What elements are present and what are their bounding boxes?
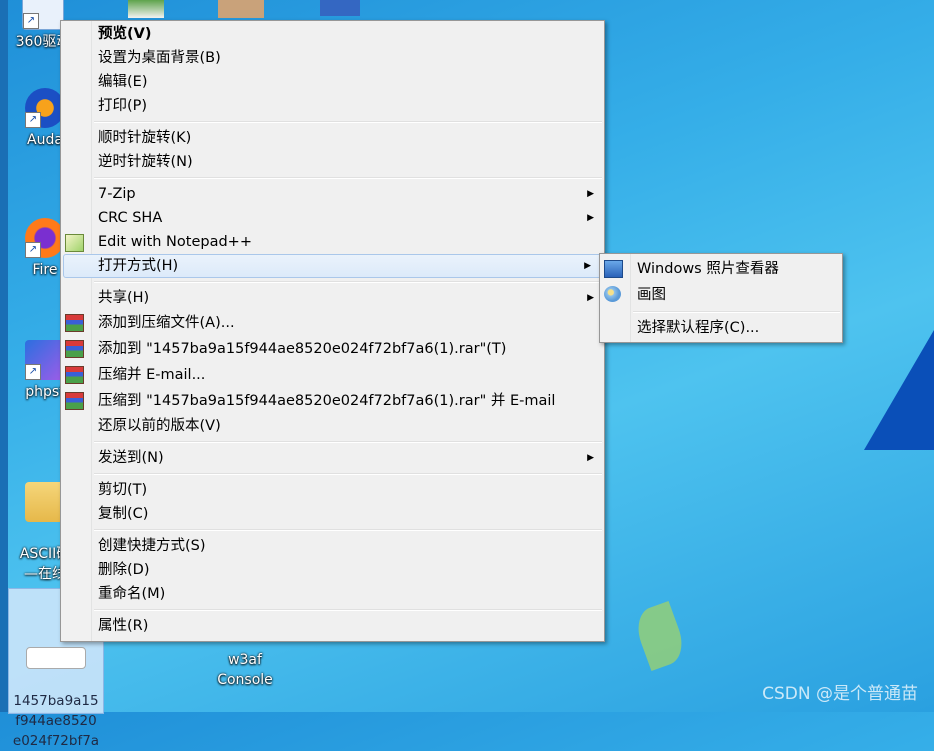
menu-item-label: Edit with Notepad++	[98, 234, 252, 250]
desktop-icon-label: w3af Console	[217, 652, 273, 688]
menu-item-label: 7-Zip	[98, 186, 136, 202]
context-menu: 预览(V) 设置为桌面背景(B) 编辑(E) 打印(P) 顺时针旋转(K) 逆时…	[60, 20, 605, 642]
menu-item-restore-previous[interactable]: 还原以前的版本(V)	[61, 414, 604, 438]
menu-item-properties[interactable]: 属性(R)	[61, 614, 604, 638]
menu-item-label: 打开方式(H)	[98, 258, 179, 274]
menu-item-print[interactable]: 打印(P)	[61, 94, 604, 118]
menu-item-label: 添加到压缩文件(A)...	[98, 315, 235, 331]
desktop-icon-label: Fire	[32, 262, 58, 278]
shortcut-arrow-icon: ↗	[25, 364, 41, 380]
watermark: CSDN @是个普通苗	[762, 684, 918, 704]
folder-icon	[25, 482, 65, 522]
menu-item-rotate-clockwise[interactable]: 顺时针旋转(K)	[61, 126, 604, 150]
menu-item-label: CRC SHA	[98, 210, 163, 226]
menu-item-notepadpp[interactable]: Edit with Notepad++	[61, 230, 604, 254]
shortcut-arrow-icon: ↗	[23, 13, 39, 29]
menu-separator	[633, 311, 840, 313]
menu-item-edit[interactable]: 编辑(E)	[61, 70, 604, 94]
winrar-icon	[65, 340, 84, 358]
menu-item-compress-to-rar-email[interactable]: 压缩到 "1457ba9a15f944ae8520e024f72bf7a6(1)…	[61, 388, 604, 414]
menu-item-compress-email[interactable]: 压缩并 E-mail...	[61, 362, 604, 388]
headphones-icon: ↗	[25, 88, 65, 128]
menu-item-add-to-rar[interactable]: 添加到 "1457ba9a15f944ae8520e024f72bf7a6(1)…	[61, 336, 604, 362]
menu-item-label: 预览(V)	[98, 26, 152, 42]
phpstorm-icon: ↗	[25, 340, 65, 380]
menu-item-label: 编辑(E)	[98, 74, 148, 90]
menu-item-label: 删除(D)	[98, 562, 150, 578]
submenu-item-choose-default[interactable]: 选择默认程序(C)...	[600, 316, 842, 340]
menu-item-label: 重命名(M)	[98, 586, 166, 602]
menu-separator	[94, 609, 602, 611]
menu-item-label: 还原以前的版本(V)	[98, 418, 221, 434]
menu-item-crc-sha[interactable]: CRC SHA ▶	[61, 206, 604, 230]
menu-item-label: 设置为桌面背景(B)	[98, 50, 221, 66]
menu-item-label: 逆时针旋转(N)	[98, 154, 193, 170]
image-file-icon	[26, 647, 86, 669]
winrar-icon	[65, 314, 84, 332]
menu-item-send-to[interactable]: 发送到(N) ▶	[61, 446, 604, 470]
submenu-item-photo-viewer[interactable]: Windows 照片查看器	[600, 256, 842, 282]
menu-separator	[94, 121, 602, 123]
menu-item-copy[interactable]: 复制(C)	[61, 502, 604, 526]
menu-item-label: 选择默认程序(C)...	[637, 320, 760, 336]
shortcut-arrow-icon: ↗	[25, 242, 41, 258]
firefox-icon: ↗	[25, 218, 65, 258]
menu-item-delete[interactable]: 删除(D)	[61, 558, 604, 582]
app-icon: ↗	[22, 0, 64, 30]
menu-item-add-to-archive[interactable]: 添加到压缩文件(A)...	[61, 310, 604, 336]
menu-item-label: 发送到(N)	[98, 450, 164, 466]
open-with-submenu: Windows 照片查看器 画图 选择默认程序(C)...	[599, 253, 843, 343]
menu-item-label: 画图	[637, 287, 666, 303]
desktop-icon-top-partial[interactable]	[128, 0, 164, 18]
submenu-arrow-icon: ▶	[587, 213, 594, 223]
wallpaper-leaf	[630, 600, 690, 672]
menu-item-create-shortcut[interactable]: 创建快捷方式(S)	[61, 534, 604, 558]
submenu-arrow-icon: ▶	[587, 189, 594, 199]
menu-item-7zip[interactable]: 7-Zip ▶	[61, 182, 604, 206]
desktop-icon-label: phpst	[25, 384, 65, 400]
menu-item-preview[interactable]: 预览(V)	[61, 22, 604, 46]
winrar-icon	[65, 366, 84, 384]
desktop-icon-top-partial[interactable]	[320, 0, 360, 16]
menu-item-label: 复制(C)	[98, 506, 149, 522]
menu-separator	[94, 473, 602, 475]
submenu-arrow-icon: ▶	[584, 261, 591, 271]
menu-item-rename[interactable]: 重命名(M)	[61, 582, 604, 606]
menu-item-label: 压缩并 E-mail...	[98, 367, 206, 383]
menu-item-label: 创建快捷方式(S)	[98, 538, 206, 554]
winrar-icon	[65, 392, 84, 410]
menu-separator	[94, 529, 602, 531]
photo-viewer-icon	[604, 260, 623, 278]
menu-separator	[94, 177, 602, 179]
desktop-icon-label: Auda	[27, 132, 63, 148]
notepad-plus-icon	[65, 234, 84, 252]
menu-item-label: 打印(P)	[98, 98, 148, 114]
menu-item-label: 共享(H)	[98, 290, 150, 306]
menu-item-set-wallpaper[interactable]: 设置为桌面背景(B)	[61, 46, 604, 70]
desktop-icon-top-partial[interactable]	[218, 0, 264, 18]
menu-item-label: 顺时针旋转(K)	[98, 130, 192, 146]
paint-icon	[604, 286, 621, 302]
menu-item-label: Windows 照片查看器	[637, 261, 779, 277]
menu-item-label: 压缩到 "1457ba9a15f944ae8520e024f72bf7a6(1)…	[98, 393, 556, 409]
menu-item-share[interactable]: 共享(H) ▶	[61, 286, 604, 310]
submenu-item-paint[interactable]: 画图	[600, 282, 842, 308]
menu-item-cut[interactable]: 剪切(T)	[61, 478, 604, 502]
submenu-arrow-icon: ▶	[587, 453, 594, 463]
menu-item-rotate-counterclockwise[interactable]: 逆时针旋转(N)	[61, 150, 604, 174]
wallpaper-shape	[864, 330, 934, 450]
shortcut-arrow-icon: ↗	[25, 112, 41, 128]
menu-item-label: 属性(R)	[98, 618, 149, 634]
menu-item-label: 剪切(T)	[98, 482, 148, 498]
menu-separator	[94, 281, 602, 283]
desktop-icon-label: 1457ba9a15 f944ae8520 e024f72bf7a	[12, 693, 100, 749]
submenu-arrow-icon: ▶	[587, 293, 594, 303]
menu-item-label: 添加到 "1457ba9a15f944ae8520e024f72bf7a6(1)…	[98, 341, 507, 357]
menu-item-open-with[interactable]: 打开方式(H) ▶	[63, 254, 602, 278]
menu-separator	[94, 441, 602, 443]
